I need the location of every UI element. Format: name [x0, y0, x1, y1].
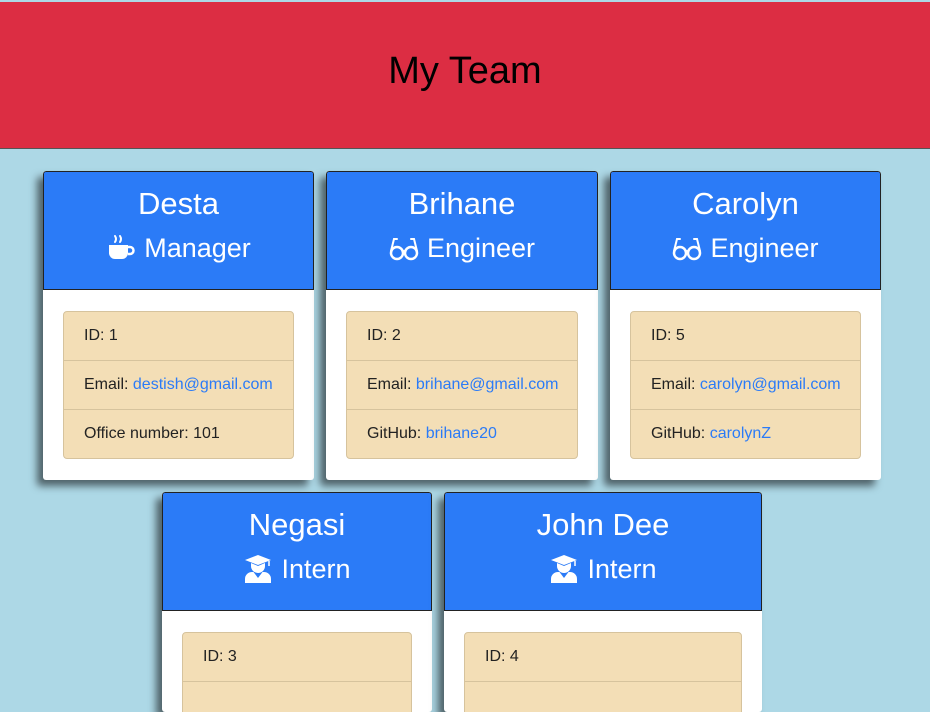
employee-name: John Dee [536, 507, 670, 542]
github-link[interactable]: brihane20 [426, 425, 497, 442]
employee-role-label: Intern [281, 554, 351, 584]
employee-name: Carolyn [692, 186, 799, 221]
employee-role: Manager [44, 232, 313, 264]
email-label: Email: [367, 376, 412, 393]
github-row: GitHub: brihane20 [347, 410, 577, 458]
card-header: Desta Manager [43, 171, 314, 290]
employee-email-row: Email: carolyn@gmail.com [631, 361, 860, 410]
graduate-icon [551, 555, 578, 583]
card-header: John Dee Intern [444, 492, 762, 611]
employee-email-row: Email: brihane@gmail.com [347, 361, 577, 410]
email-link[interactable]: destish@gmail.com [133, 376, 273, 393]
employee-id-row: ID: 2 [347, 312, 577, 361]
office-number: 101 [193, 425, 220, 442]
card-header: Negasi Intern [162, 492, 432, 611]
employee-card-desta: Desta Manager ID: 1 Email: destish@gmail… [43, 171, 314, 480]
id-label: ID: [203, 648, 224, 665]
employee-info-list: ID: 2 Email: brihane@gmail.com GitHub: b… [346, 311, 578, 459]
employee-id-row: ID: 3 [183, 633, 411, 682]
github-link[interactable]: carolynZ [710, 425, 771, 442]
employee-role: Intern [445, 553, 761, 585]
employee-id: 5 [675, 327, 685, 344]
github-label: GitHub: [651, 425, 706, 442]
employee-id-row: ID: 5 [631, 312, 860, 361]
card-header: Carolyn Engineer [610, 171, 881, 290]
office-number-row: Office number: 101 [64, 410, 293, 458]
employee-id-row: ID: 4 [465, 633, 741, 682]
employee-email-row [465, 682, 741, 712]
coffee-icon [109, 235, 135, 259]
employee-email-row [183, 682, 411, 712]
employee-info-list: ID: 1 Email: destish@gmail.com Office nu… [63, 311, 294, 459]
employee-name: Desta [138, 186, 219, 221]
email-link[interactable]: carolyn@gmail.com [700, 376, 841, 393]
id-label: ID: [367, 327, 388, 344]
employee-info-list: ID: 3 [182, 632, 412, 712]
page-header: My Team [0, 2, 930, 149]
employee-id: 4 [509, 648, 519, 665]
employee-id: 1 [108, 327, 118, 344]
id-label: ID: [84, 327, 105, 344]
employee-info-list: ID: 5 Email: carolyn@gmail.com GitHub: c… [630, 311, 861, 459]
employee-card-negasi: Negasi Intern ID: 3 [162, 492, 432, 712]
github-row: GitHub: carolynZ [631, 410, 860, 458]
github-label: GitHub: [367, 425, 422, 442]
employee-info-list: ID: 4 [464, 632, 742, 712]
employee-card-john-dee: John Dee Intern ID: 4 [444, 492, 762, 712]
employee-card-brihane: Brihane Engineer ID: 2 Email: brihane@gm… [326, 171, 598, 480]
employee-role-label: Engineer [710, 233, 819, 263]
office-number-label: Office number: [84, 425, 189, 442]
employee-role-label: Intern [587, 554, 657, 584]
employee-role-label: Manager [144, 233, 251, 263]
employee-name: Negasi [248, 507, 346, 542]
glasses-icon [389, 238, 419, 261]
glasses-icon [673, 238, 702, 261]
id-label: ID: [485, 648, 506, 665]
card-header: Brihane Engineer [326, 171, 598, 290]
employee-role-label: Engineer [426, 233, 536, 263]
employee-card-carolyn: Carolyn Engineer ID: 5 Email: carolyn@gm… [610, 171, 881, 480]
employee-id-row: ID: 1 [64, 312, 293, 361]
employee-role: Engineer [327, 232, 597, 264]
graduate-icon [245, 555, 272, 583]
employee-role: Engineer [611, 232, 880, 264]
employee-email-row: Email: destish@gmail.com [64, 361, 293, 410]
id-label: ID: [651, 327, 672, 344]
employee-id: 3 [227, 648, 237, 665]
email-label: Email: [84, 376, 129, 393]
employee-id: 2 [391, 327, 401, 344]
email-label: Email: [651, 376, 696, 393]
page-title: My Team [388, 49, 542, 92]
employee-name: Brihane [408, 186, 516, 221]
employee-role: Intern [163, 553, 431, 585]
email-link[interactable]: brihane@gmail.com [416, 376, 559, 393]
